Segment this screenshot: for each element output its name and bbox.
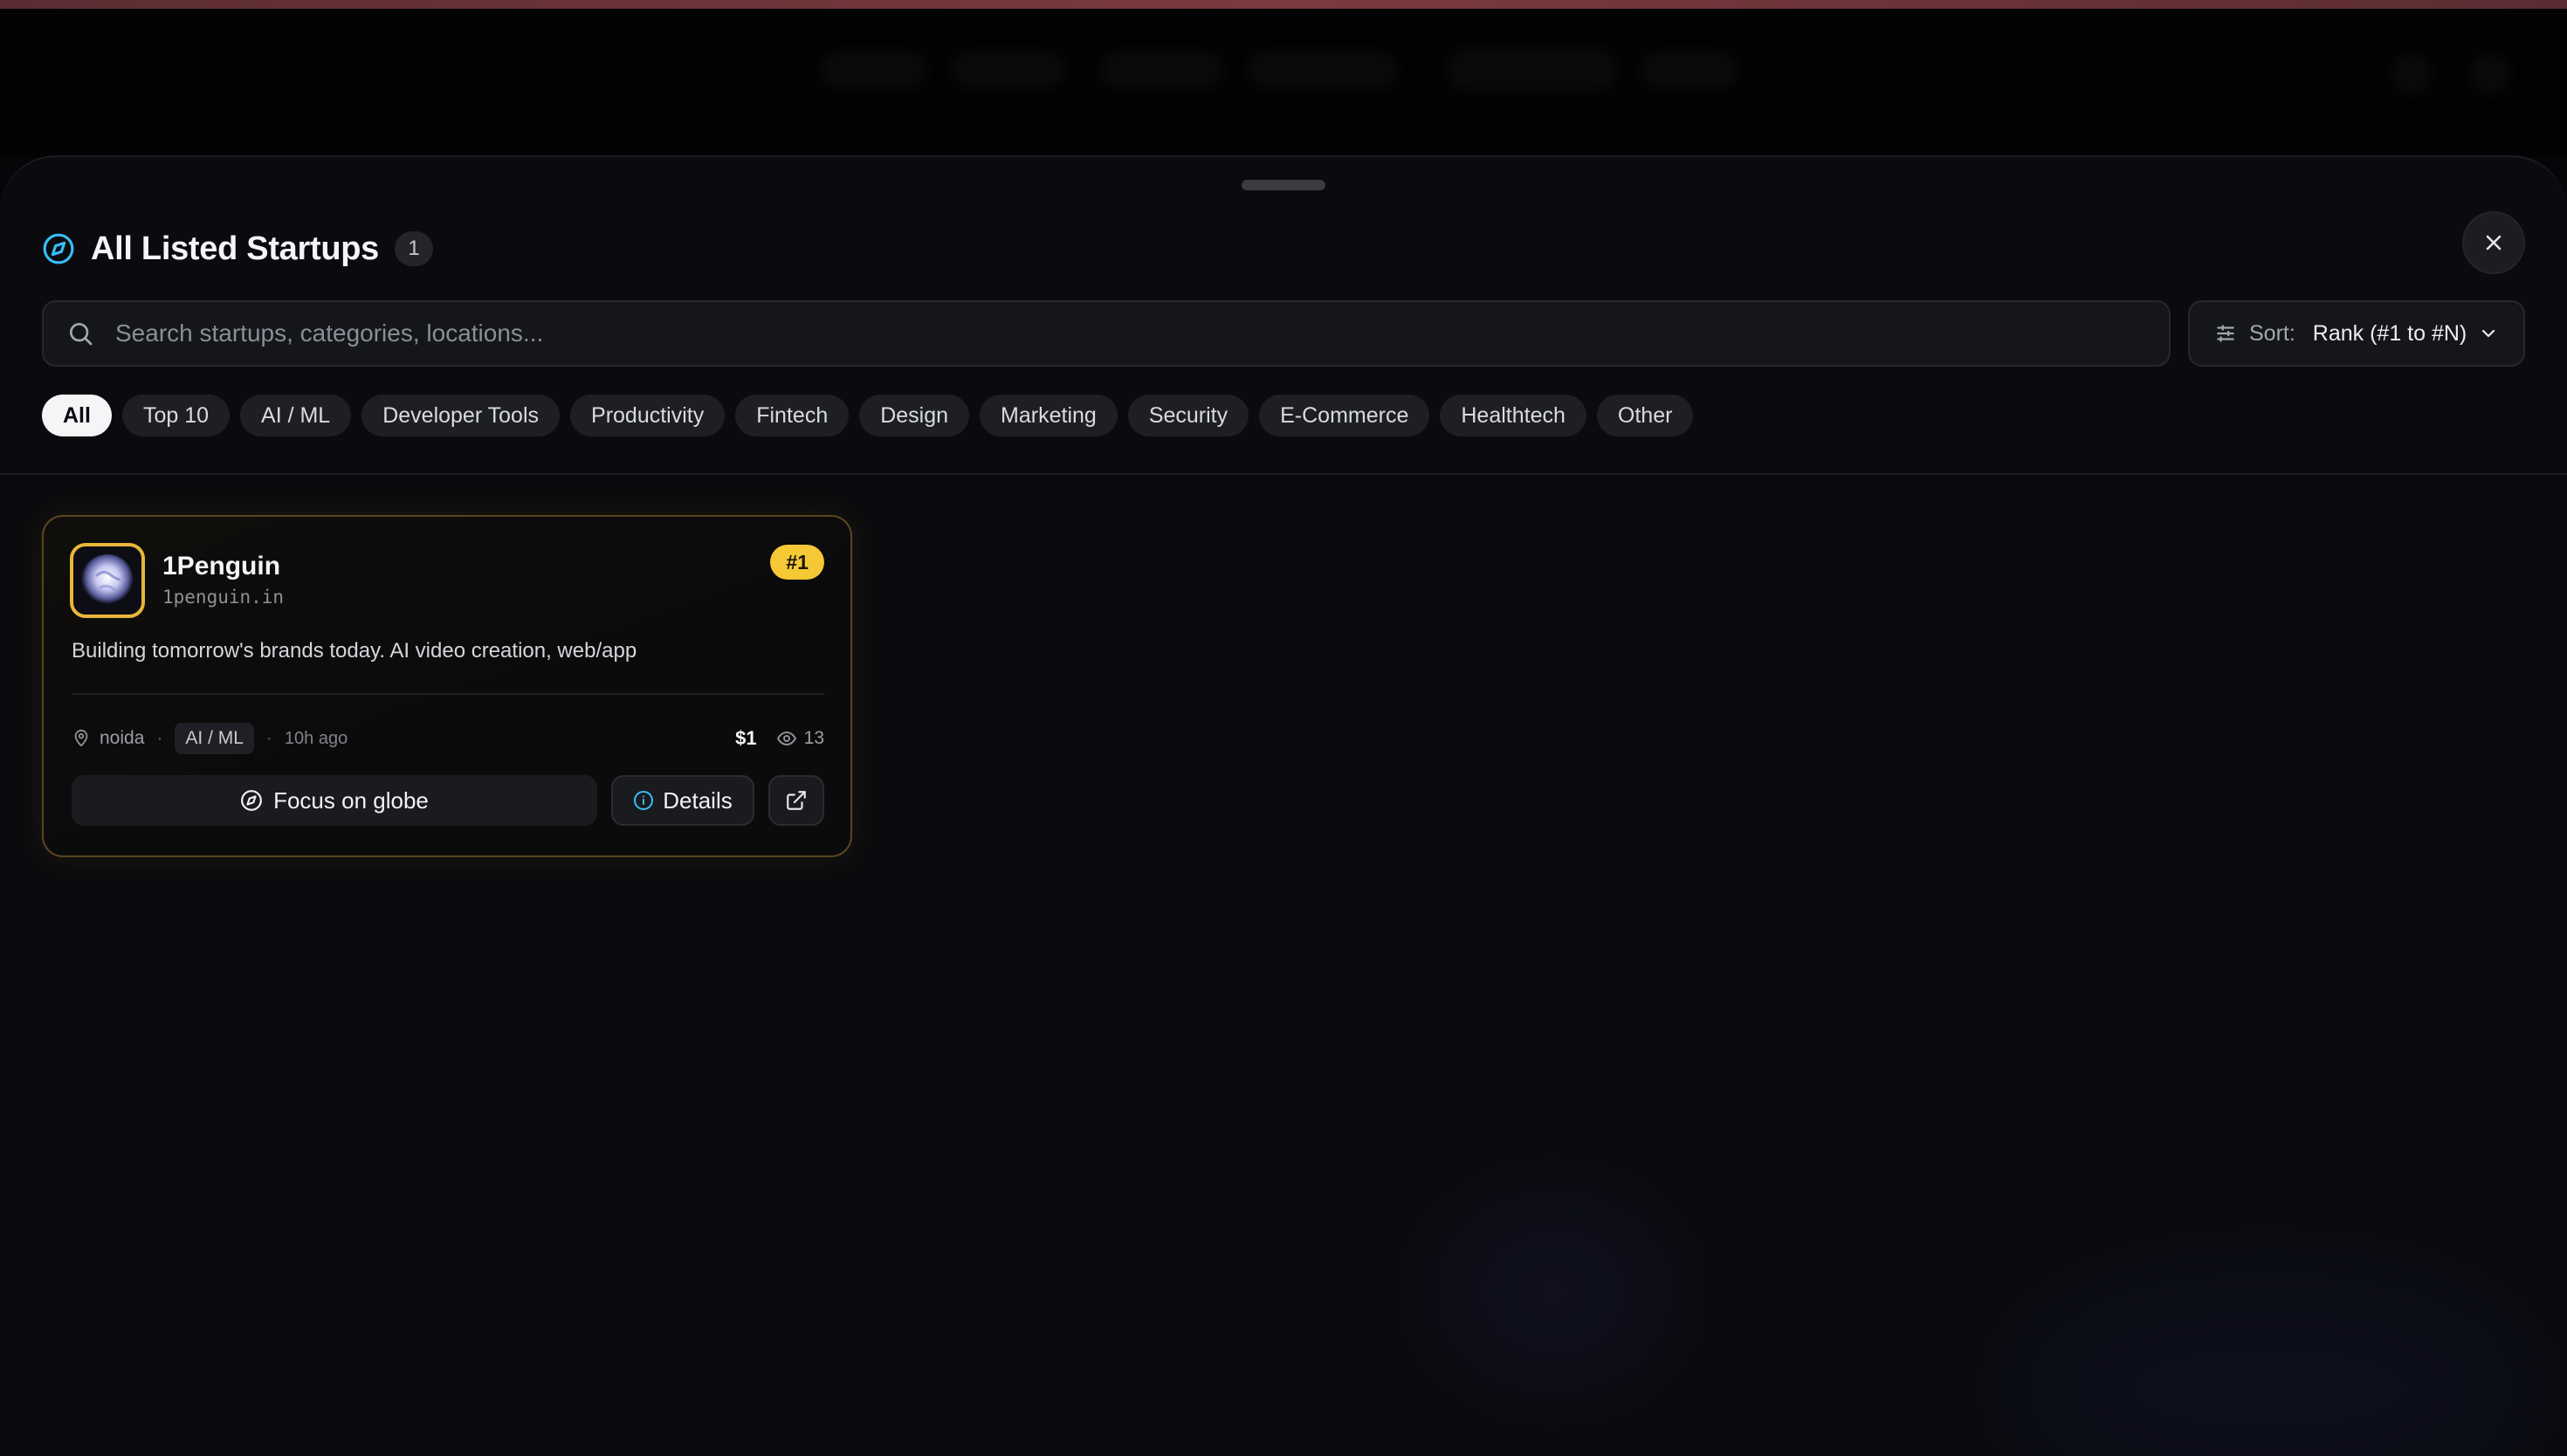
search-bar[interactable] (42, 300, 2171, 367)
background-navbar (0, 9, 2567, 157)
sort-dropdown[interactable]: Sort: Rank (#1 to #N) (2188, 300, 2525, 367)
startup-count-badge: 1 (395, 231, 434, 266)
filter-chip-other[interactable]: Other (1596, 395, 1694, 436)
startup-name: 1Penguin (162, 552, 281, 580)
header-divider (0, 473, 2567, 475)
startup-location: noida (100, 728, 145, 748)
view-count-value: 13 (803, 728, 824, 748)
view-count: 13 (776, 728, 824, 749)
chevron-down-icon (2481, 329, 2495, 338)
filter-chip-fintech[interactable]: Fintech (735, 395, 850, 436)
card-divider (72, 693, 824, 695)
meta-separator: · (156, 728, 163, 748)
filter-chip-healthtech[interactable]: Healthtech (1440, 395, 1586, 436)
startup-time: 10h ago (284, 728, 348, 748)
startup-logo (70, 543, 145, 618)
search-icon (70, 323, 93, 346)
startup-price: $1 (735, 727, 757, 749)
sliders-icon (2217, 325, 2234, 342)
external-link-icon (787, 791, 806, 810)
startup-domain: 1penguin.in (162, 587, 285, 608)
sort-label: Sort: (2249, 320, 2295, 346)
close-button[interactable] (2462, 211, 2525, 274)
filter-chip-top-10[interactable]: Top 10 (121, 395, 231, 436)
drag-handle[interactable] (1242, 180, 1325, 190)
sort-value: Rank (#1 to #N) (2312, 320, 2467, 346)
filter-chip-developer-tools[interactable]: Developer Tools (361, 395, 561, 436)
details-button[interactable]: Details (611, 775, 754, 826)
compass-icon (43, 233, 74, 264)
top-accent-bar (0, 0, 2567, 9)
compass-icon (241, 790, 263, 811)
card-actions: Focus on globe Details (72, 775, 824, 826)
filter-chip-productivity[interactable]: Productivity (570, 395, 726, 436)
focus-on-globe-button[interactable]: Focus on globe (72, 775, 597, 826)
eye-icon (776, 731, 796, 745)
rank-badge: #1 (770, 545, 824, 580)
filter-chip-security[interactable]: Security (1127, 395, 1249, 436)
info-icon (634, 791, 654, 810)
startup-description: Building tomorrow's brands today. AI vid… (72, 639, 637, 663)
startup-category-tag: AI / ML (175, 723, 254, 754)
startup-meta: noida · AI / ML · 10h ago $1 13 (72, 721, 824, 756)
filter-chip-e-commerce[interactable]: E-Commerce (1259, 395, 1430, 436)
startup-card[interactable]: 1Penguin 1penguin.in #1 Building tomorro… (42, 515, 852, 857)
filter-chip-design[interactable]: Design (859, 395, 970, 436)
meta-separator: · (265, 728, 272, 748)
map-pin-icon (74, 729, 88, 747)
sheet-header: All Listed Startups 1 (42, 218, 434, 279)
filter-chip-ai-ml[interactable]: AI / ML (240, 395, 352, 436)
details-label: Details (663, 786, 733, 814)
focus-on-globe-label: Focus on globe (273, 786, 429, 814)
search-input[interactable] (115, 319, 2036, 347)
filter-chip-marketing[interactable]: Marketing (980, 395, 1118, 436)
filter-chip-all[interactable]: All (42, 395, 112, 436)
page-title: All Listed Startups (91, 230, 380, 267)
startups-sheet: All Listed Startups 1 Sort: Rank (#1 to … (0, 155, 2567, 1456)
open-website-button[interactable] (768, 775, 824, 826)
close-icon (2486, 235, 2502, 251)
category-filter-chips: All Top 10 AI / ML Developer Tools Produ… (42, 395, 1694, 436)
